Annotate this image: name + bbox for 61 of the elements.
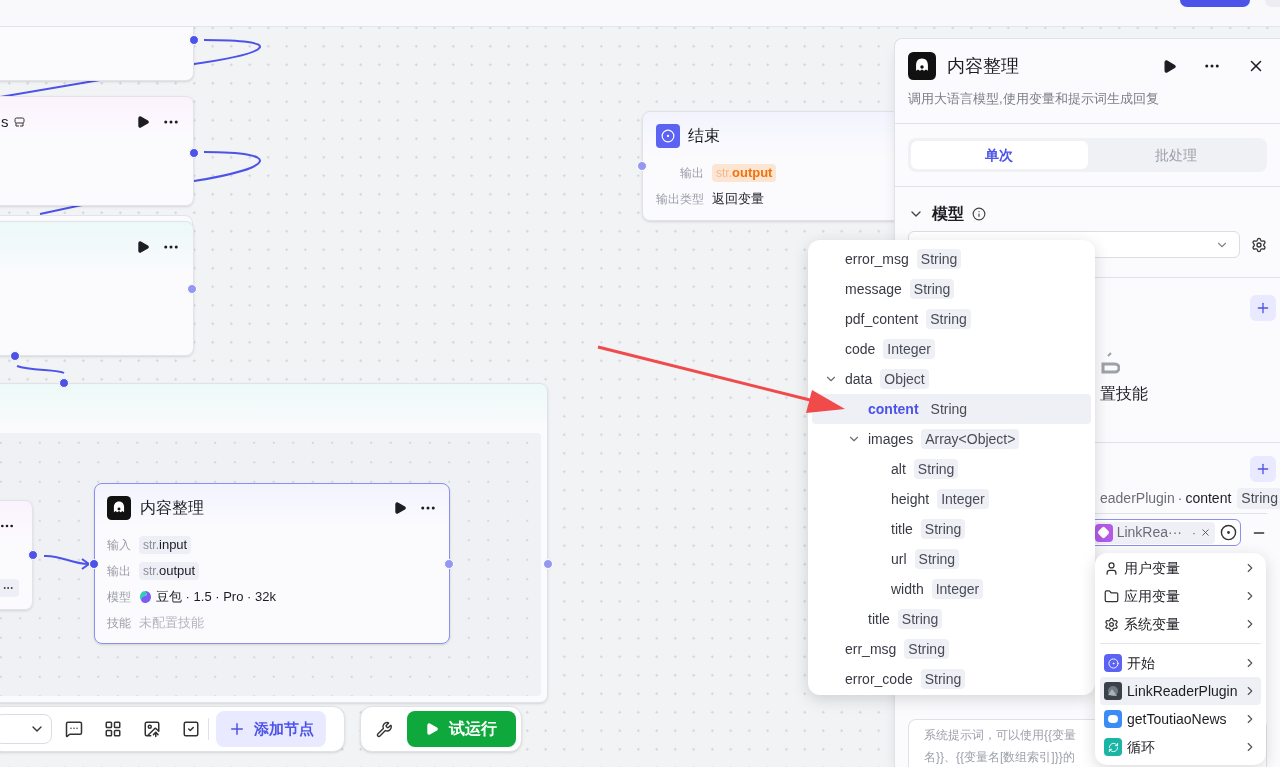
menu-item[interactable]: width Integer: [812, 574, 1091, 604]
node-title: 结束: [688, 126, 720, 146]
menu-item[interactable]: error_code String: [812, 664, 1091, 694]
section-title: 模型: [932, 204, 964, 224]
menu-item[interactable]: 应用变量: [1100, 582, 1261, 610]
separator: ·: [1177, 489, 1183, 508]
type-badge: String: [913, 459, 959, 479]
type-badge: String: [914, 549, 960, 569]
variable-name: content: [1185, 489, 1232, 508]
variable-tag: LinkRea··· ·: [1092, 521, 1215, 544]
type-badge: String: [920, 669, 966, 689]
type-badge: Integer: [937, 489, 989, 509]
menu-item[interactable]: err_msg String: [812, 634, 1091, 664]
menu-item[interactable]: title String: [812, 514, 1091, 544]
variable-tag: str.output: [139, 562, 200, 580]
node-title: s: [1, 111, 9, 132]
menu-item[interactable]: message String: [812, 274, 1091, 304]
menu-item[interactable]: error_msg String: [812, 244, 1091, 274]
type-badge: String: [897, 609, 943, 629]
type-badge: Array<Object>: [921, 429, 1020, 449]
field-label: 技能: [107, 615, 131, 632]
menu-item[interactable]: 用户变量: [1100, 554, 1261, 582]
add-node-button[interactable]: 添加节点: [216, 711, 326, 747]
field-label: 模型: [107, 589, 131, 606]
menu-item[interactable]: 循环: [1100, 733, 1261, 761]
menu-item[interactable]: height Integer: [812, 484, 1091, 514]
variable-tag: str.output: [712, 164, 777, 182]
type-badge: String: [920, 519, 966, 539]
menu-item[interactable]: content String: [812, 394, 1091, 424]
type-badge: String: [904, 639, 949, 659]
menu-item[interactable]: images Array<Object>: [812, 424, 1091, 454]
variable-tag: str.input: [139, 536, 192, 554]
panel-title: 内容整理: [947, 54, 1019, 78]
type-badge: Integer: [883, 339, 935, 359]
menu-item[interactable]: alt String: [812, 454, 1091, 484]
empty-state-text: 置技能: [1100, 384, 1148, 404]
menu-item[interactable]: data Object: [812, 364, 1091, 394]
field-label: 输出: [107, 563, 131, 580]
menu-item[interactable]: pdf_content String: [812, 304, 1091, 334]
type-badge: String: [1237, 488, 1280, 509]
type-badge: String: [916, 249, 962, 269]
variable-source: eaderPlugin: [1100, 489, 1175, 508]
model-name: 豆包 · 1.5 · Pro · 32k: [156, 588, 276, 607]
type-badge: String: [926, 309, 971, 329]
field-label: 输出类型: [656, 191, 704, 208]
menu-item[interactable]: title String: [812, 604, 1091, 634]
field-label: 输出: [679, 165, 704, 182]
menu-item[interactable]: 系统变量: [1100, 610, 1261, 638]
panel-description: 调用大语言模型,使用变量和提示词生成回复: [908, 90, 1160, 108]
output-type-value: 返回变量: [712, 190, 764, 209]
tab[interactable]: 单次: [911, 141, 1088, 169]
menu-item[interactable]: code Integer: [812, 334, 1091, 364]
type-badge: Object: [880, 369, 929, 389]
node-title: 内容整理: [140, 498, 204, 518]
menu-item[interactable]: 开始: [1100, 649, 1261, 677]
skills-value: 未配置技能: [139, 614, 204, 633]
type-badge: String: [909, 279, 955, 299]
menu-item[interactable]: LinkReaderPlugin: [1100, 677, 1261, 705]
menu-item[interactable]: url String: [812, 544, 1091, 574]
type-badge: Integer: [931, 579, 984, 599]
field-label: 输入: [107, 537, 131, 554]
